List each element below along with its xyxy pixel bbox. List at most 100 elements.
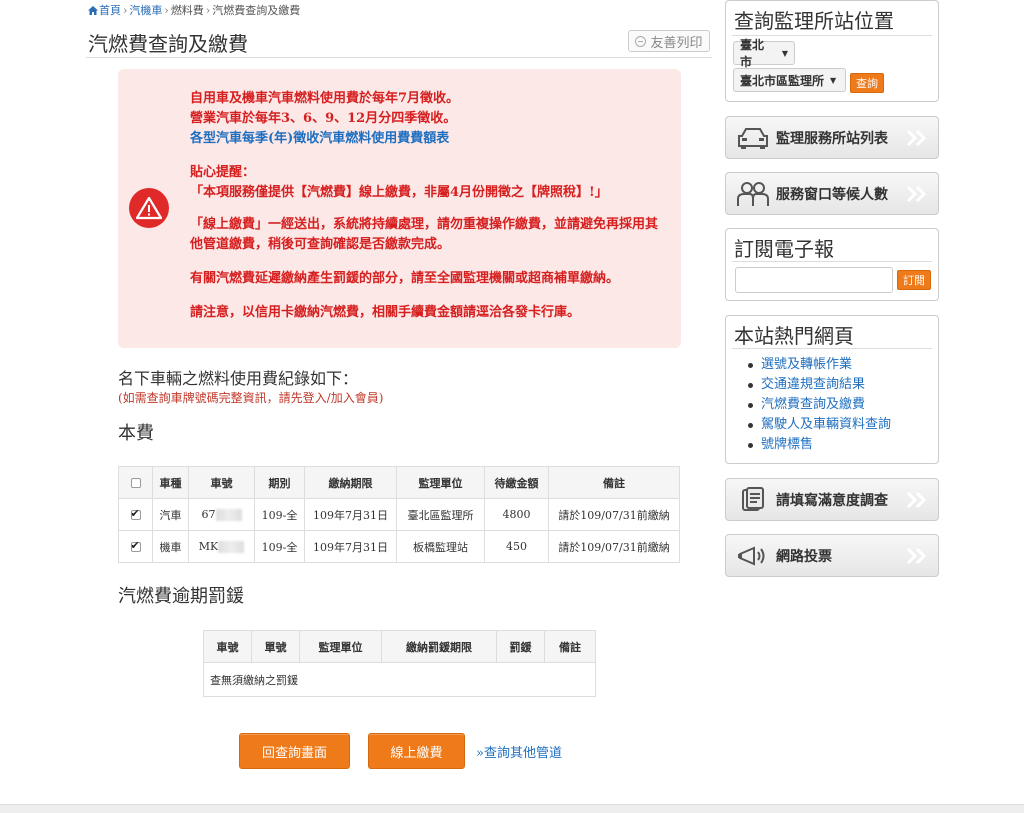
print-button[interactable]: 友善列印	[628, 30, 710, 52]
notice-box: 自用車及機車汽車燃料使用費於每年7月徵收。 營業汽車於每年3、6、9、12月分四…	[118, 69, 681, 348]
cell-amount: 450	[484, 530, 549, 563]
select-all-cell[interactable]	[118, 466, 153, 499]
print-icon	[635, 35, 647, 47]
col-amount: 待繳金額	[484, 466, 549, 499]
col-office: 監理單位	[396, 466, 485, 499]
col-plate: 車號	[188, 466, 255, 499]
cell-period: 109-全	[254, 498, 305, 531]
location-title: 查詢監理所站位置	[734, 9, 894, 33]
records-note: (如需查詢車牌號碼完整資訊，請先登入/加入會員)	[118, 391, 384, 405]
list-item: 交通違規查詢結果	[748, 375, 891, 395]
fee-table: 車種 車號 期別 繳納期限 監理單位 待繳金額 備註 汽車 67 109-全 1…	[118, 466, 680, 563]
cell-period: 109-全	[254, 530, 305, 563]
fee-table-link[interactable]: 各型汽車每季(年)徵收汽車燃料使用費費額表	[190, 131, 449, 146]
fine-table: 車號 單號 監理單位 繳納罰鍰期限 罰鍰 備註 查無須繳納之罰鍰	[203, 630, 596, 697]
cell-remark: 請於109/07/31前繳納	[548, 530, 680, 563]
hot-link-plate-auction[interactable]: 號牌標售	[761, 437, 813, 452]
records-title: 名下車輛之燃料使用費紀錄如下：	[118, 369, 359, 388]
office-select[interactable]: 臺北市區監理所 ▼	[733, 68, 846, 92]
subscribe-button[interactable]: 訂閱	[897, 270, 931, 290]
waiting-count-banner[interactable]: 服務窗口等候人數	[725, 172, 939, 215]
cell-amount: 4800	[484, 498, 549, 531]
list-item: 號牌標售	[748, 435, 891, 455]
cell-plate: MK	[188, 530, 255, 563]
online-vote-banner[interactable]: 網路投票	[725, 534, 939, 577]
row-select-cell[interactable]	[118, 498, 153, 531]
chevron-right-icon	[902, 488, 932, 512]
no-fine-message: 查無須繳納之罰鍰	[203, 662, 596, 697]
col-type: 車種	[152, 466, 189, 499]
survey-banner[interactable]: 請填寫滿意度調查	[725, 478, 939, 521]
masked-plate	[218, 541, 245, 553]
notice-text: 自用車及機車汽車燃料使用費於每年7月徵收。 營業汽車於每年3、6、9、12月分四…	[190, 89, 670, 323]
warning-icon	[129, 188, 169, 228]
breadcrumb-sub: 燃料費	[170, 4, 204, 17]
megaphone-icon	[736, 542, 770, 570]
cell-plate: 67	[188, 498, 255, 531]
fine-table-header: 車號 單號 監理單位 繳納罰鍰期限 罰鍰 備註	[203, 630, 596, 663]
cell-deadline: 109年7月31日	[304, 530, 397, 563]
tip-1: 「本項服務僅提供【汽燃費】線上繳費，非屬4月份開徵之【牌照稅】!」	[190, 185, 608, 200]
title-divider	[86, 57, 712, 58]
survey-icon	[736, 486, 770, 514]
people-icon	[736, 180, 770, 208]
breadcrumb-category[interactable]: 汽機車	[129, 4, 162, 17]
hot-pages-list: 選號及轉帳作業 交通違規查詢結果 汽燃費查詢及繳費 駕駛人及車輛資料查詢 號牌標…	[748, 355, 891, 455]
home-icon	[88, 6, 98, 15]
cell-office: 板橋監理站	[396, 530, 485, 563]
email-field[interactable]	[735, 267, 893, 293]
table-row: 查無須繳納之罰鍰	[203, 662, 596, 697]
tip-4: 請注意，以信用卡繳納汽燃費，相關手續費金額請逕洽各發卡行庫。	[190, 305, 581, 320]
online-pay-button[interactable]: 線上繳費	[368, 733, 465, 769]
cell-type: 機車	[152, 530, 189, 563]
list-item: 汽燃費查詢及繳費	[748, 395, 891, 415]
row-select-cell[interactable]	[118, 530, 153, 563]
col-period: 期別	[254, 466, 305, 499]
col-fine-office: 監理單位	[299, 630, 382, 663]
hot-link-plate-selection[interactable]: 選號及轉帳作業	[761, 357, 852, 372]
tip-3: 有關汽燃費延遲繳納產生罰鍰的部分，請至全國監理機關或超商補單繳納。	[190, 271, 620, 286]
cell-deadline: 109年7月31日	[304, 498, 397, 531]
notice-line-1: 自用車及機車汽車燃料使用費於每年7月徵收。	[190, 91, 460, 106]
col-fine-plate: 車號	[203, 630, 252, 663]
masked-plate	[215, 509, 242, 521]
cell-type: 汽車	[152, 498, 189, 531]
list-item: 選號及轉帳作業	[748, 355, 891, 375]
chevron-right-icon	[902, 126, 932, 150]
page-title: 汽燃費查詢及繳費	[88, 32, 248, 56]
fee-section-heading: 本費	[118, 423, 154, 444]
tip-title: 貼心提醒：	[190, 165, 256, 180]
table-row: 汽車 67 109-全 109年7月31日 臺北區監理所 4800 請於109/…	[118, 498, 680, 531]
hot-link-driver-vehicle[interactable]: 駕駛人及車輛資料查詢	[761, 417, 891, 432]
col-remark: 備註	[548, 466, 680, 499]
location-query-button[interactable]: 查詢	[850, 73, 884, 93]
tip-2: 「線上繳費」一經送出，系統將持續處理，請勿重複操作繳費，並請避免再採用其他管道繳…	[190, 217, 659, 252]
back-to-query-button[interactable]: 回查詢畫面	[239, 733, 350, 769]
city-select[interactable]: 臺北市 ▼	[733, 38, 795, 69]
col-fine-remark: 備註	[544, 630, 596, 663]
col-fine-deadline: 繳納罰鍰期限	[381, 630, 497, 663]
row-checkbox[interactable]	[130, 539, 141, 552]
fine-section-heading: 汽燃費逾期罰鍰	[118, 586, 244, 607]
table-row: 機車 MK 109-全 109年7月31日 板橋監理站 450 請於109/07…	[118, 530, 680, 563]
fee-table-header: 車種 車號 期別 繳納期限 監理單位 待繳金額 備註	[118, 466, 680, 499]
chevron-right-icon	[902, 544, 932, 568]
list-item: 駕駛人及車輛資料查詢	[748, 415, 891, 435]
col-fine-no: 單號	[251, 630, 300, 663]
col-fine-amount: 罰鍰	[496, 630, 545, 663]
hot-link-fuel-fee[interactable]: 汽燃費查詢及繳費	[761, 397, 865, 412]
hot-pages-title: 本站熱門網頁	[734, 324, 854, 348]
hot-link-violation[interactable]: 交通違規查詢結果	[761, 377, 865, 392]
subscribe-title: 訂閱電子報	[734, 237, 834, 261]
select-all-checkbox[interactable]	[130, 478, 141, 488]
cell-remark: 請於109/07/31前繳納	[548, 498, 680, 531]
footer-band	[0, 804, 1024, 813]
breadcrumb-home[interactable]: 首頁	[99, 4, 121, 17]
breadcrumb: 首頁 › 汽機車 › 燃料費 › 汽燃費查詢及繳費	[88, 2, 300, 18]
row-checkbox[interactable]	[130, 507, 141, 520]
office-list-banner[interactable]: 監理服務所站列表	[725, 116, 939, 159]
breadcrumb-current: 汽燃費查詢及繳費	[212, 4, 301, 17]
cell-office: 臺北區監理所	[396, 498, 485, 531]
other-channels-link[interactable]: »查詢其他管道	[476, 742, 562, 761]
chevron-right-icon	[902, 182, 932, 206]
